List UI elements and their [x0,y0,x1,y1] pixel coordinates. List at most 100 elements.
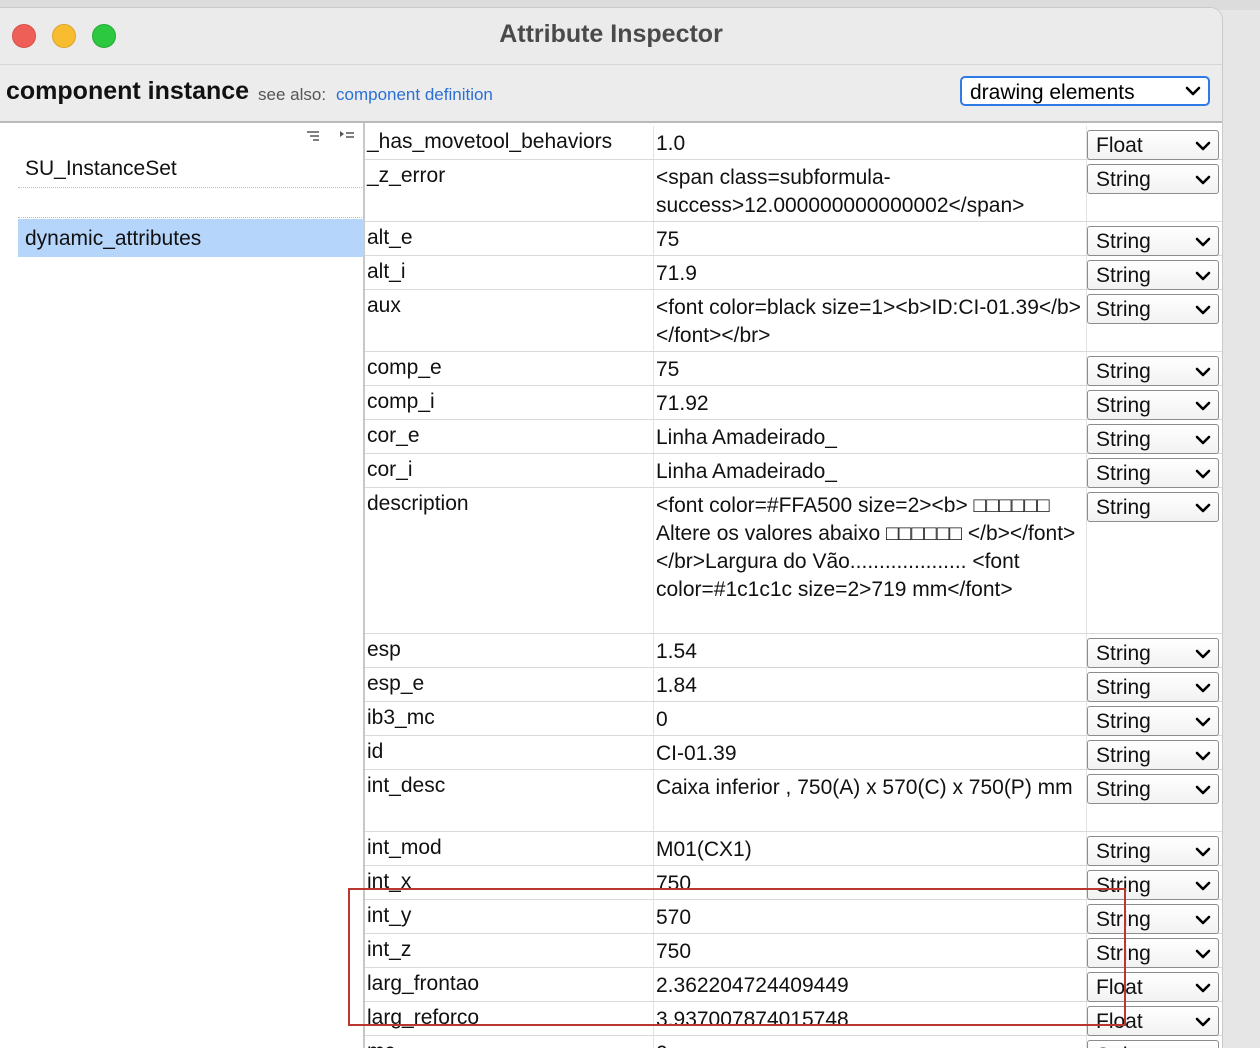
attribute-type-select[interactable]: String [1087,904,1219,934]
attribute-row[interactable]: larg_frontao 2.362204724409449 Float [365,968,1222,1002]
attribute-type-select[interactable]: String [1087,740,1219,770]
attribute-value[interactable]: 75 [656,356,1082,384]
attribute-row[interactable]: cor_i Linha Amadeirado_ String [365,454,1222,488]
attribute-type-select[interactable]: String [1087,638,1219,668]
attribute-value[interactable]: 3.937007874015748 [656,1006,1082,1034]
window-title: Attribute Inspector [499,20,723,48]
attribute-row[interactable]: alt_e 75 String [365,222,1222,256]
attribute-name[interactable]: id [367,740,383,764]
list-item-dynamic-attributes[interactable]: dynamic_attributes [18,219,364,257]
attribute-row[interactable]: mc 0 String [365,1036,1222,1048]
attribute-row[interactable]: description <font color=#FFA500 size=2><b… [365,488,1222,634]
attribute-value[interactable]: <span class=subformula-success>12.000000… [656,164,1082,220]
attribute-value[interactable]: <font color=#FFA500 size=2><b> □□□□□□ Al… [656,492,1082,604]
attribute-value[interactable]: Caixa inferior , 750(A) x 570(C) x 750(P… [656,774,1082,802]
attribute-name[interactable]: comp_i [367,390,435,414]
attribute-name[interactable]: int_mod [367,836,442,860]
attribute-value[interactable]: 71.9 [656,260,1082,288]
sort-icon[interactable] [306,129,322,143]
attribute-name[interactable]: esp_e [367,672,424,696]
attribute-type-select[interactable]: String [1087,356,1219,386]
attribute-type-select[interactable]: String [1087,458,1219,488]
attribute-type-label: String [1096,394,1151,417]
attribute-name[interactable]: larg_reforco [367,1006,479,1030]
attribute-name[interactable]: cor_i [367,458,413,482]
attribute-row[interactable]: cor_e Linha Amadeirado_ String [365,420,1222,454]
attribute-row[interactable]: aux <font color=black size=1><b>ID:CI-01.… [365,290,1222,352]
attribute-row[interactable]: alt_i 71.9 String [365,256,1222,290]
attribute-type-select[interactable]: String [1087,164,1219,194]
attribute-row[interactable]: ib3_mc 0 String [365,702,1222,736]
attribute-row[interactable]: int_z 750 String [365,934,1222,968]
attribute-type-select[interactable]: String [1087,226,1219,256]
attribute-row[interactable]: larg_reforco 3.937007874015748 Float [365,1002,1222,1036]
attribute-type-select[interactable]: String [1087,294,1219,324]
attribute-type-select[interactable]: String [1087,938,1219,968]
attribute-row[interactable]: int_desc Caixa inferior , 750(A) x 570(C)… [365,770,1222,832]
attribute-value[interactable]: 71.92 [656,390,1082,418]
attribute-type-select[interactable]: String [1087,260,1219,290]
attribute-row[interactable]: esp 1.54 String [365,634,1222,668]
attribute-name[interactable]: larg_frontao [367,972,479,996]
attribute-value[interactable]: 0 [656,1040,1082,1048]
attribute-name[interactable]: int_x [367,870,411,894]
attribute-value[interactable]: 570 [656,904,1082,932]
attribute-value[interactable]: 750 [656,870,1082,898]
attribute-type-select[interactable]: String [1087,672,1219,702]
attribute-name[interactable]: alt_e [367,226,413,250]
attribute-name[interactable]: comp_e [367,356,442,380]
attribute-row[interactable]: comp_i 71.92 String [365,386,1222,420]
attribute-value[interactable]: 75 [656,226,1082,254]
attribute-row[interactable]: _has_movetool_behaviors 1.0 Float [365,126,1222,160]
attribute-row[interactable]: int_x 750 String [365,866,1222,900]
attribute-name[interactable]: description [367,492,469,516]
attribute-type-select[interactable]: Float [1087,130,1219,160]
attribute-type-select[interactable]: String [1087,492,1219,522]
attribute-value[interactable]: 1.84 [656,672,1082,700]
attribute-value[interactable]: CI-01.39 [656,740,1082,768]
attribute-name[interactable]: _z_error [367,164,445,188]
attribute-name[interactable]: mc [367,1040,395,1048]
attribute-row[interactable]: esp_e 1.84 String [365,668,1222,702]
expand-icon[interactable] [339,129,355,143]
attribute-type-select[interactable]: String [1087,870,1219,900]
component-definition-link[interactable]: component definition [336,85,493,105]
attribute-name[interactable]: alt_i [367,260,406,284]
attribute-type-select[interactable]: Float [1087,972,1219,1002]
attribute-value[interactable]: Linha Amadeirado_ [656,458,1082,486]
attribute-value[interactable]: 750 [656,938,1082,966]
attribute-value[interactable]: 2.362204724409449 [656,972,1082,1000]
attribute-name[interactable]: int_z [367,938,411,962]
attribute-row[interactable]: id CI-01.39 String [365,736,1222,770]
attribute-value[interactable]: Linha Amadeirado_ [656,424,1082,452]
attribute-name[interactable]: aux [367,294,401,318]
attribute-type-select[interactable]: String [1087,836,1219,866]
attribute-type-select[interactable]: Float [1087,1006,1219,1036]
attribute-name[interactable]: _has_movetool_behaviors [367,130,612,154]
attribute-value[interactable]: M01(CX1) [656,836,1082,864]
chevron-down-icon [1195,683,1211,693]
attribute-row[interactable]: _z_error <span class=subformula-success>1… [365,160,1222,222]
attribute-row[interactable]: comp_e 75 String [365,352,1222,386]
attribute-row[interactable]: int_mod M01(CX1) String [365,832,1222,866]
element-filter-dropdown[interactable]: drawing elements [960,76,1210,106]
attribute-type-select[interactable]: String [1087,390,1219,420]
attribute-name[interactable]: ib3_mc [367,706,435,730]
attribute-type-label: Float [1096,1010,1143,1033]
attribute-row[interactable]: int_y 570 String [365,900,1222,934]
attribute-type-select[interactable]: String [1087,1040,1219,1048]
attribute-value[interactable]: <font color=black size=1><b>ID:CI-01.39<… [656,294,1082,350]
column-divider [653,160,654,221]
attribute-value[interactable]: 1.0 [656,130,1082,158]
attribute-type-select[interactable]: String [1087,424,1219,454]
attribute-value[interactable]: 1.54 [656,638,1082,666]
attribute-name[interactable]: int_y [367,904,411,928]
attribute-type-select[interactable]: String [1087,706,1219,736]
attribute-value[interactable]: 0 [656,706,1082,734]
attribute-type-select[interactable]: String [1087,774,1219,804]
attribute-name[interactable]: esp [367,638,401,662]
list-item-su-instanceset[interactable]: SU_InstanceSet [18,149,364,188]
attribute-name[interactable]: int_desc [367,774,445,798]
attribute-name[interactable]: cor_e [367,424,420,448]
attribute-type-label: String [1096,676,1151,699]
